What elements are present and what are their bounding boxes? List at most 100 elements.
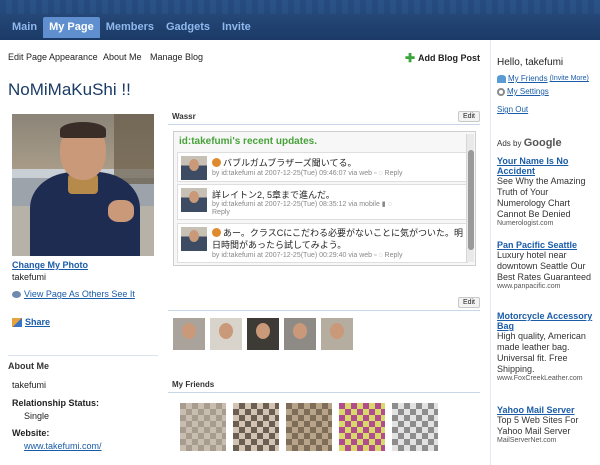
- my-settings-link[interactable]: My Settings: [497, 87, 549, 96]
- scrollbar-thumb[interactable]: [468, 150, 474, 250]
- eye-icon: [12, 290, 21, 298]
- about-name: takefumi: [12, 380, 47, 390]
- right-sidebar: Hello, takefumi My Friends (Invite More)…: [490, 40, 600, 465]
- photo-hair: [60, 122, 106, 138]
- ad-description: High quality, American made leather bag.…: [497, 331, 586, 374]
- update-meta: by id:takefumi at 2007-12-25(Tue) 08:35:…: [212, 201, 380, 208]
- ad-block: Your Name Is No Accident See Why the Ama…: [497, 156, 597, 227]
- friends-grid: [180, 403, 438, 451]
- ad-url[interactable]: MailServerNet.com: [497, 437, 597, 444]
- wassr-widget: id:takefumi's recent updates. バブルガムブラザーズ…: [173, 131, 476, 266]
- wassr-edit-button[interactable]: Edit: [457, 110, 480, 122]
- about-me-header: About Me: [8, 361, 49, 371]
- ad-description: Top 5 Web Sites For Yahoo Mail Server: [497, 415, 579, 436]
- tab-my-page[interactable]: My Page: [43, 17, 100, 38]
- friend-avatar[interactable]: [392, 403, 438, 451]
- top-nav: Main My Page Members Gadgets Invite: [0, 0, 600, 40]
- update-avatar: [181, 227, 207, 251]
- my-friends-label: My Friends: [508, 74, 548, 83]
- friend-avatar[interactable]: [286, 403, 332, 451]
- headphones-icon: [212, 158, 221, 167]
- invite-more-link[interactable]: (Invite More): [550, 75, 589, 82]
- add-blog-post-label: Add Blog Post: [418, 53, 480, 63]
- hello-greeting: Hello, takefumi: [497, 57, 564, 68]
- update-item: あー。クラスCにこだわる必要がないことに気がついた。明日時間があったら試してみよ…: [177, 223, 468, 263]
- tab-main[interactable]: Main: [6, 17, 43, 38]
- friend-avatar[interactable]: [233, 403, 279, 451]
- my-settings-label: My Settings: [507, 87, 549, 96]
- friend-thumbnail[interactable]: [284, 318, 316, 350]
- ad-block: Pan Pacific Seattle Luxury hotel near do…: [497, 240, 597, 290]
- about-me-link[interactable]: About Me: [103, 52, 142, 62]
- tab-gadgets[interactable]: Gadgets: [160, 17, 216, 38]
- friend-thumbnail[interactable]: [321, 318, 353, 350]
- change-photo-link[interactable]: Change My Photo: [12, 260, 88, 270]
- my-friends-link[interactable]: My Friends (Invite More): [497, 74, 589, 83]
- wassr-scrollbar[interactable]: [466, 134, 474, 262]
- google-logo: Google: [523, 137, 562, 149]
- update-item: 詳レイトン2, 5章まで進んだ。 by id:takefumi at 2007-…: [177, 184, 468, 220]
- ad-description: Luxury hotel near downtown Seattle Our B…: [497, 250, 592, 282]
- ad-block: Yahoo Mail Server Top 5 Web Sites For Ya…: [497, 405, 597, 444]
- page-title: NoMiMaKuShi !!: [8, 80, 131, 99]
- update-meta: by id:takefumi at 2007-12-25(Tue) 00:29:…: [212, 252, 373, 259]
- tab-invite[interactable]: Invite: [216, 17, 257, 38]
- view-as-others-link[interactable]: View Page As Others See It: [12, 289, 135, 299]
- friend-avatar[interactable]: [339, 403, 385, 451]
- update-text: バブルガムブラザーズ聞いてる。: [223, 158, 357, 168]
- nav-tabs: Main My Page Members Gadgets Invite: [6, 17, 257, 38]
- share-icon: [12, 317, 22, 327]
- profile-photo: [12, 114, 154, 256]
- edit-page-appearance-link[interactable]: Edit Page Appearance: [8, 52, 98, 62]
- ad-url[interactable]: www.FoxCreekLeather.com: [497, 375, 597, 382]
- ad-title[interactable]: Yahoo Mail Server: [497, 405, 597, 415]
- ad-description: See Why the Amazing Truth of Your Numero…: [497, 176, 586, 219]
- about-me-box: About Me takefumi Relationship Status: S…: [8, 355, 158, 460]
- ad-title[interactable]: Your Name Is No Accident: [497, 156, 597, 176]
- gadget-section-header: Edit: [168, 294, 480, 311]
- page-toolbar: Edit Page Appearance About Me Manage Blo…: [0, 40, 490, 73]
- profile-username: takefumi: [12, 272, 47, 282]
- share-label: Share: [25, 317, 51, 327]
- plus-icon: ✚: [404, 51, 415, 65]
- ad-title[interactable]: Motorcycle Accessory Bag: [497, 311, 597, 331]
- reply-link[interactable]: Reply: [385, 170, 403, 177]
- website-link[interactable]: www.takefumi.com/: [24, 441, 102, 451]
- website-label: Website:: [12, 428, 50, 438]
- my-friends-title: My Friends: [172, 380, 215, 389]
- ad-url[interactable]: Numerologist.com: [497, 220, 597, 227]
- nav-stripe: [0, 0, 600, 14]
- reply-link[interactable]: Reply: [385, 252, 403, 259]
- relationship-value: Single: [24, 411, 50, 421]
- relationship-label: Relationship Status:: [12, 398, 100, 408]
- friend-thumbnail[interactable]: [210, 318, 242, 350]
- tab-members[interactable]: Members: [100, 17, 160, 38]
- friend-thumbnail[interactable]: [173, 318, 205, 350]
- ads-by-google[interactable]: Ads by Google: [497, 137, 562, 149]
- my-friends-header: My Friends: [168, 377, 480, 393]
- ad-title[interactable]: Pan Pacific Seattle: [497, 240, 597, 250]
- update-meta: by id:takefumi at 2007-12-25(Tue) 09:46:…: [212, 170, 373, 177]
- friend-thumbnail[interactable]: [247, 318, 279, 350]
- update-avatar: [181, 156, 207, 180]
- friends-thumbnails: [173, 318, 353, 350]
- sign-out-link[interactable]: Sign Out: [497, 105, 528, 114]
- photo-tree: [114, 114, 154, 184]
- update-text: あー。クラスCにこだわる必要がないことに気がついた。明日時間があったら試してみよ…: [212, 228, 464, 250]
- manage-blog-link[interactable]: Manage Blog: [150, 52, 203, 62]
- wassr-section-header: Wassr Edit: [168, 108, 480, 125]
- photo-fist: [108, 200, 134, 222]
- gear-icon: [497, 87, 505, 96]
- ads-by-label: Ads by: [497, 139, 522, 148]
- add-blog-post-button[interactable]: ✚ Add Blog Post: [405, 51, 480, 65]
- gadget-edit-button[interactable]: Edit: [457, 296, 480, 308]
- update-item: バブルガムブラザーズ聞いてる。 by id:takefumi at 2007-1…: [177, 152, 468, 182]
- wassr-updates-title: id:takefumi's recent updates.: [179, 136, 317, 147]
- update-avatar: [181, 188, 207, 212]
- ad-block: Motorcycle Accessory Bag High quality, A…: [497, 311, 597, 382]
- emoji-icon: [212, 228, 221, 237]
- friend-avatar[interactable]: [180, 403, 226, 451]
- ad-url[interactable]: www.panpacific.com: [497, 283, 597, 290]
- reply-link[interactable]: Reply: [212, 209, 230, 216]
- share-button[interactable]: Share: [12, 317, 50, 327]
